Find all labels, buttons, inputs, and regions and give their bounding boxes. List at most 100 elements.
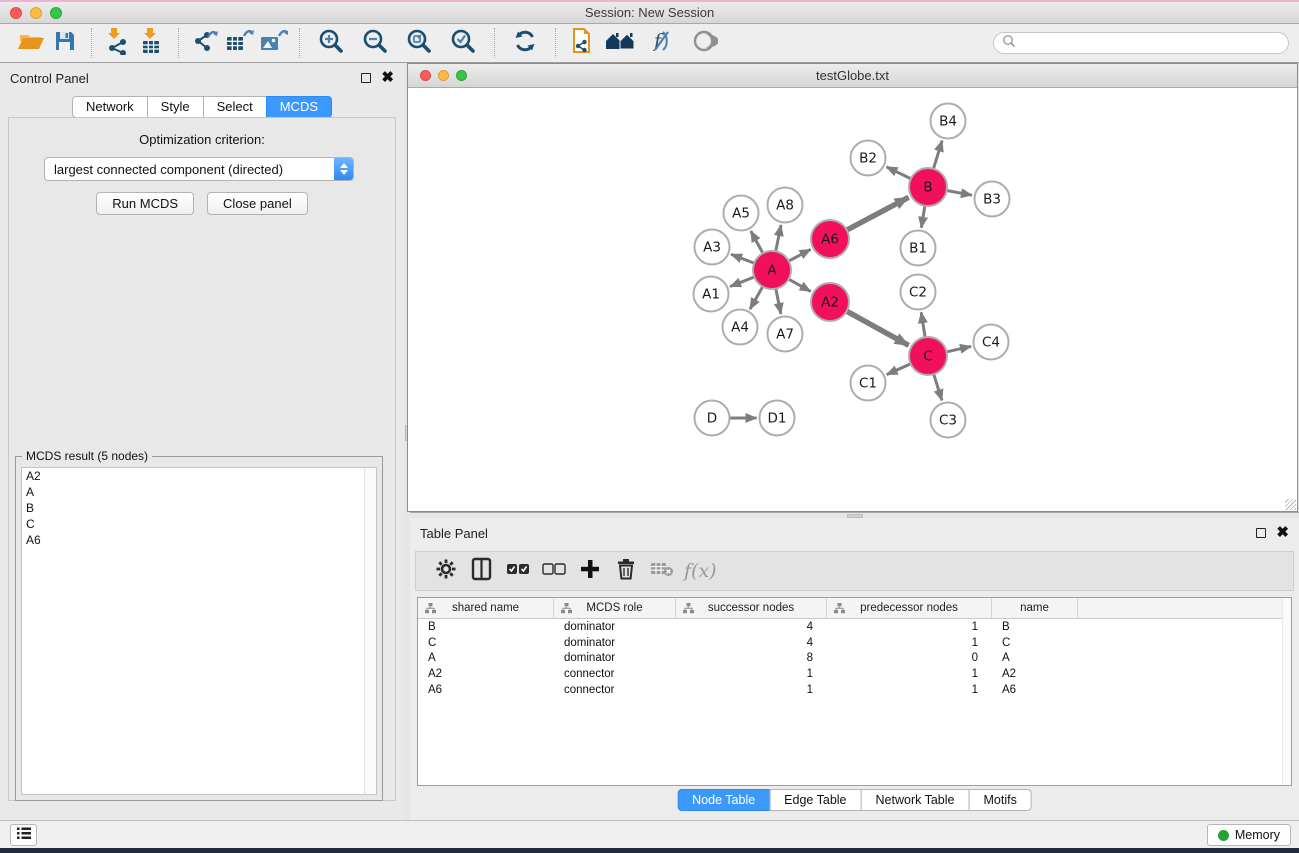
- close-panel-icon[interactable]: ✖: [381, 73, 394, 83]
- graph-edge-C-C1[interactable]: [887, 363, 913, 375]
- visibility-button[interactable]: [683, 27, 725, 59]
- mcds-result-item[interactable]: B: [22, 500, 376, 516]
- tab-network[interactable]: Network: [72, 96, 148, 118]
- zoom-traffic-light[interactable]: [456, 70, 467, 81]
- close-traffic-light[interactable]: [420, 70, 431, 81]
- graph-edge-B-B4[interactable]: [933, 141, 942, 171]
- graph-edge-A2-C[interactable]: [845, 310, 909, 345]
- refresh-button[interactable]: [504, 27, 546, 59]
- zoom-fit-button[interactable]: [397, 27, 441, 59]
- graph-node-A5[interactable]: A5: [724, 196, 759, 231]
- mcds-result-item[interactable]: A: [22, 484, 376, 500]
- table-row[interactable]: Cdominator41C: [418, 635, 1291, 651]
- graph-edge-A-A1[interactable]: [730, 276, 756, 286]
- tab-mcds[interactable]: MCDS: [266, 96, 332, 118]
- export-image-button[interactable]: [256, 27, 290, 59]
- column-header-predecessor-nodes[interactable]: predecessor nodes: [827, 598, 992, 618]
- save-session-button[interactable]: [48, 27, 82, 59]
- deselect-all-button[interactable]: [536, 554, 572, 588]
- table-settings-button[interactable]: [428, 554, 464, 588]
- graph-node-A4[interactable]: A4: [723, 310, 758, 345]
- graph-node-C1[interactable]: C1: [851, 366, 886, 401]
- list-scrollbar[interactable]: [364, 468, 376, 794]
- graph-node-C[interactable]: C: [909, 337, 947, 375]
- mcds-result-list[interactable]: A2ABCA6: [21, 467, 377, 795]
- share-document-button[interactable]: [565, 27, 599, 59]
- graph-node-B4[interactable]: B4: [931, 104, 966, 139]
- delete-column-button[interactable]: [608, 554, 644, 588]
- import-network-button[interactable]: [101, 27, 135, 59]
- mcds-result-item[interactable]: A6: [22, 532, 376, 548]
- tab-select[interactable]: Select: [203, 96, 267, 118]
- column-header-successor-nodes[interactable]: successor nodes: [676, 598, 827, 618]
- mcds-result-item[interactable]: C: [22, 516, 376, 532]
- search-input[interactable]: [1021, 36, 1280, 50]
- table-row[interactable]: Bdominator41B: [418, 619, 1291, 635]
- table-row[interactable]: A6connector11A6: [418, 682, 1291, 698]
- graph-edge-C-C2[interactable]: [921, 312, 925, 339]
- close-panel-icon[interactable]: ✖: [1276, 528, 1289, 538]
- function-toggle-button[interactable]: f: [641, 27, 683, 59]
- graph-node-A7[interactable]: A7: [768, 317, 803, 352]
- close-panel-button[interactable]: Close panel: [207, 192, 308, 215]
- function-builder-button[interactable]: f(x): [684, 560, 717, 582]
- graph-edge-A-A4[interactable]: [750, 285, 764, 309]
- graph-edge-B-B1[interactable]: [921, 204, 925, 228]
- resize-grip-icon[interactable]: [1285, 499, 1296, 510]
- tab-motifs[interactable]: Motifs: [968, 789, 1031, 811]
- graph-node-A3[interactable]: A3: [695, 230, 730, 265]
- select-all-button[interactable]: [500, 554, 536, 588]
- show-column-button[interactable]: [464, 554, 500, 588]
- table-scrollbar[interactable]: [1282, 598, 1291, 785]
- memory-button[interactable]: Memory: [1207, 824, 1291, 846]
- tab-edge-table[interactable]: Edge Table: [769, 789, 861, 811]
- graph-edge-B-B3[interactable]: [945, 190, 972, 195]
- table-row[interactable]: Adominator80A: [418, 651, 1291, 667]
- minimize-traffic-light[interactable]: [438, 70, 449, 81]
- add-column-button[interactable]: [572, 554, 608, 588]
- network-canvas[interactable]: B4B2BB3A8A5A6A3B1AA1C2A2A4A7C4CC1C3DD1: [408, 88, 1297, 511]
- zoom-in-button[interactable]: [309, 27, 353, 59]
- graph-edge-A6-B[interactable]: [845, 197, 909, 231]
- optimization-criterion-dropdown[interactable]: largest connected component (directed): [44, 157, 354, 181]
- graph-node-A[interactable]: A: [753, 251, 791, 289]
- column-header-name[interactable]: name: [992, 598, 1078, 618]
- zoom-selected-button[interactable]: [441, 27, 485, 59]
- graph-edge-A-A6[interactable]: [787, 249, 811, 262]
- zoom-out-button[interactable]: [353, 27, 397, 59]
- graph-edge-A-A2[interactable]: [787, 278, 811, 291]
- graph-edge-A-A7[interactable]: [775, 287, 781, 314]
- graph-node-C3[interactable]: C3: [931, 403, 966, 438]
- minimize-traffic-light[interactable]: [30, 7, 42, 19]
- export-network-button[interactable]: [188, 27, 222, 59]
- graph-edge-C-C3[interactable]: [933, 372, 942, 400]
- graph-node-D1[interactable]: D1: [760, 401, 795, 436]
- graph-node-A6[interactable]: A6: [811, 220, 849, 258]
- graph-edge-A-A8[interactable]: [775, 225, 781, 253]
- tab-node-table[interactable]: Node Table: [677, 789, 770, 811]
- home-button[interactable]: [599, 27, 641, 59]
- graph-node-B2[interactable]: B2: [851, 141, 886, 176]
- tab-network-table[interactable]: Network Table: [861, 789, 970, 811]
- delete-table-button[interactable]: [644, 554, 680, 588]
- graph-node-D[interactable]: D: [695, 401, 730, 436]
- graph-node-C4[interactable]: C4: [974, 325, 1009, 360]
- float-panel-icon[interactable]: [1256, 528, 1266, 538]
- task-history-button[interactable]: [10, 824, 37, 846]
- graph-edge-C-C4[interactable]: [945, 346, 971, 352]
- run-mcds-button[interactable]: Run MCDS: [96, 192, 194, 215]
- graph-node-C2[interactable]: C2: [901, 275, 936, 310]
- graph-node-A8[interactable]: A8: [768, 188, 803, 223]
- search-field[interactable]: [993, 32, 1289, 54]
- graph-edge-B-B2[interactable]: [887, 167, 913, 180]
- export-table-button[interactable]: [222, 27, 256, 59]
- graph-edge-A-A3[interactable]: [731, 254, 756, 264]
- column-header-MCDS-role[interactable]: MCDS role: [554, 598, 676, 618]
- mcds-result-item[interactable]: A2: [22, 468, 376, 484]
- graph-node-A1[interactable]: A1: [694, 277, 729, 312]
- graph-edge-A-A5[interactable]: [751, 231, 764, 255]
- close-traffic-light[interactable]: [10, 7, 22, 19]
- column-header-shared-name[interactable]: shared name: [418, 598, 554, 618]
- graph-node-B[interactable]: B: [909, 168, 947, 206]
- tab-style[interactable]: Style: [147, 96, 204, 118]
